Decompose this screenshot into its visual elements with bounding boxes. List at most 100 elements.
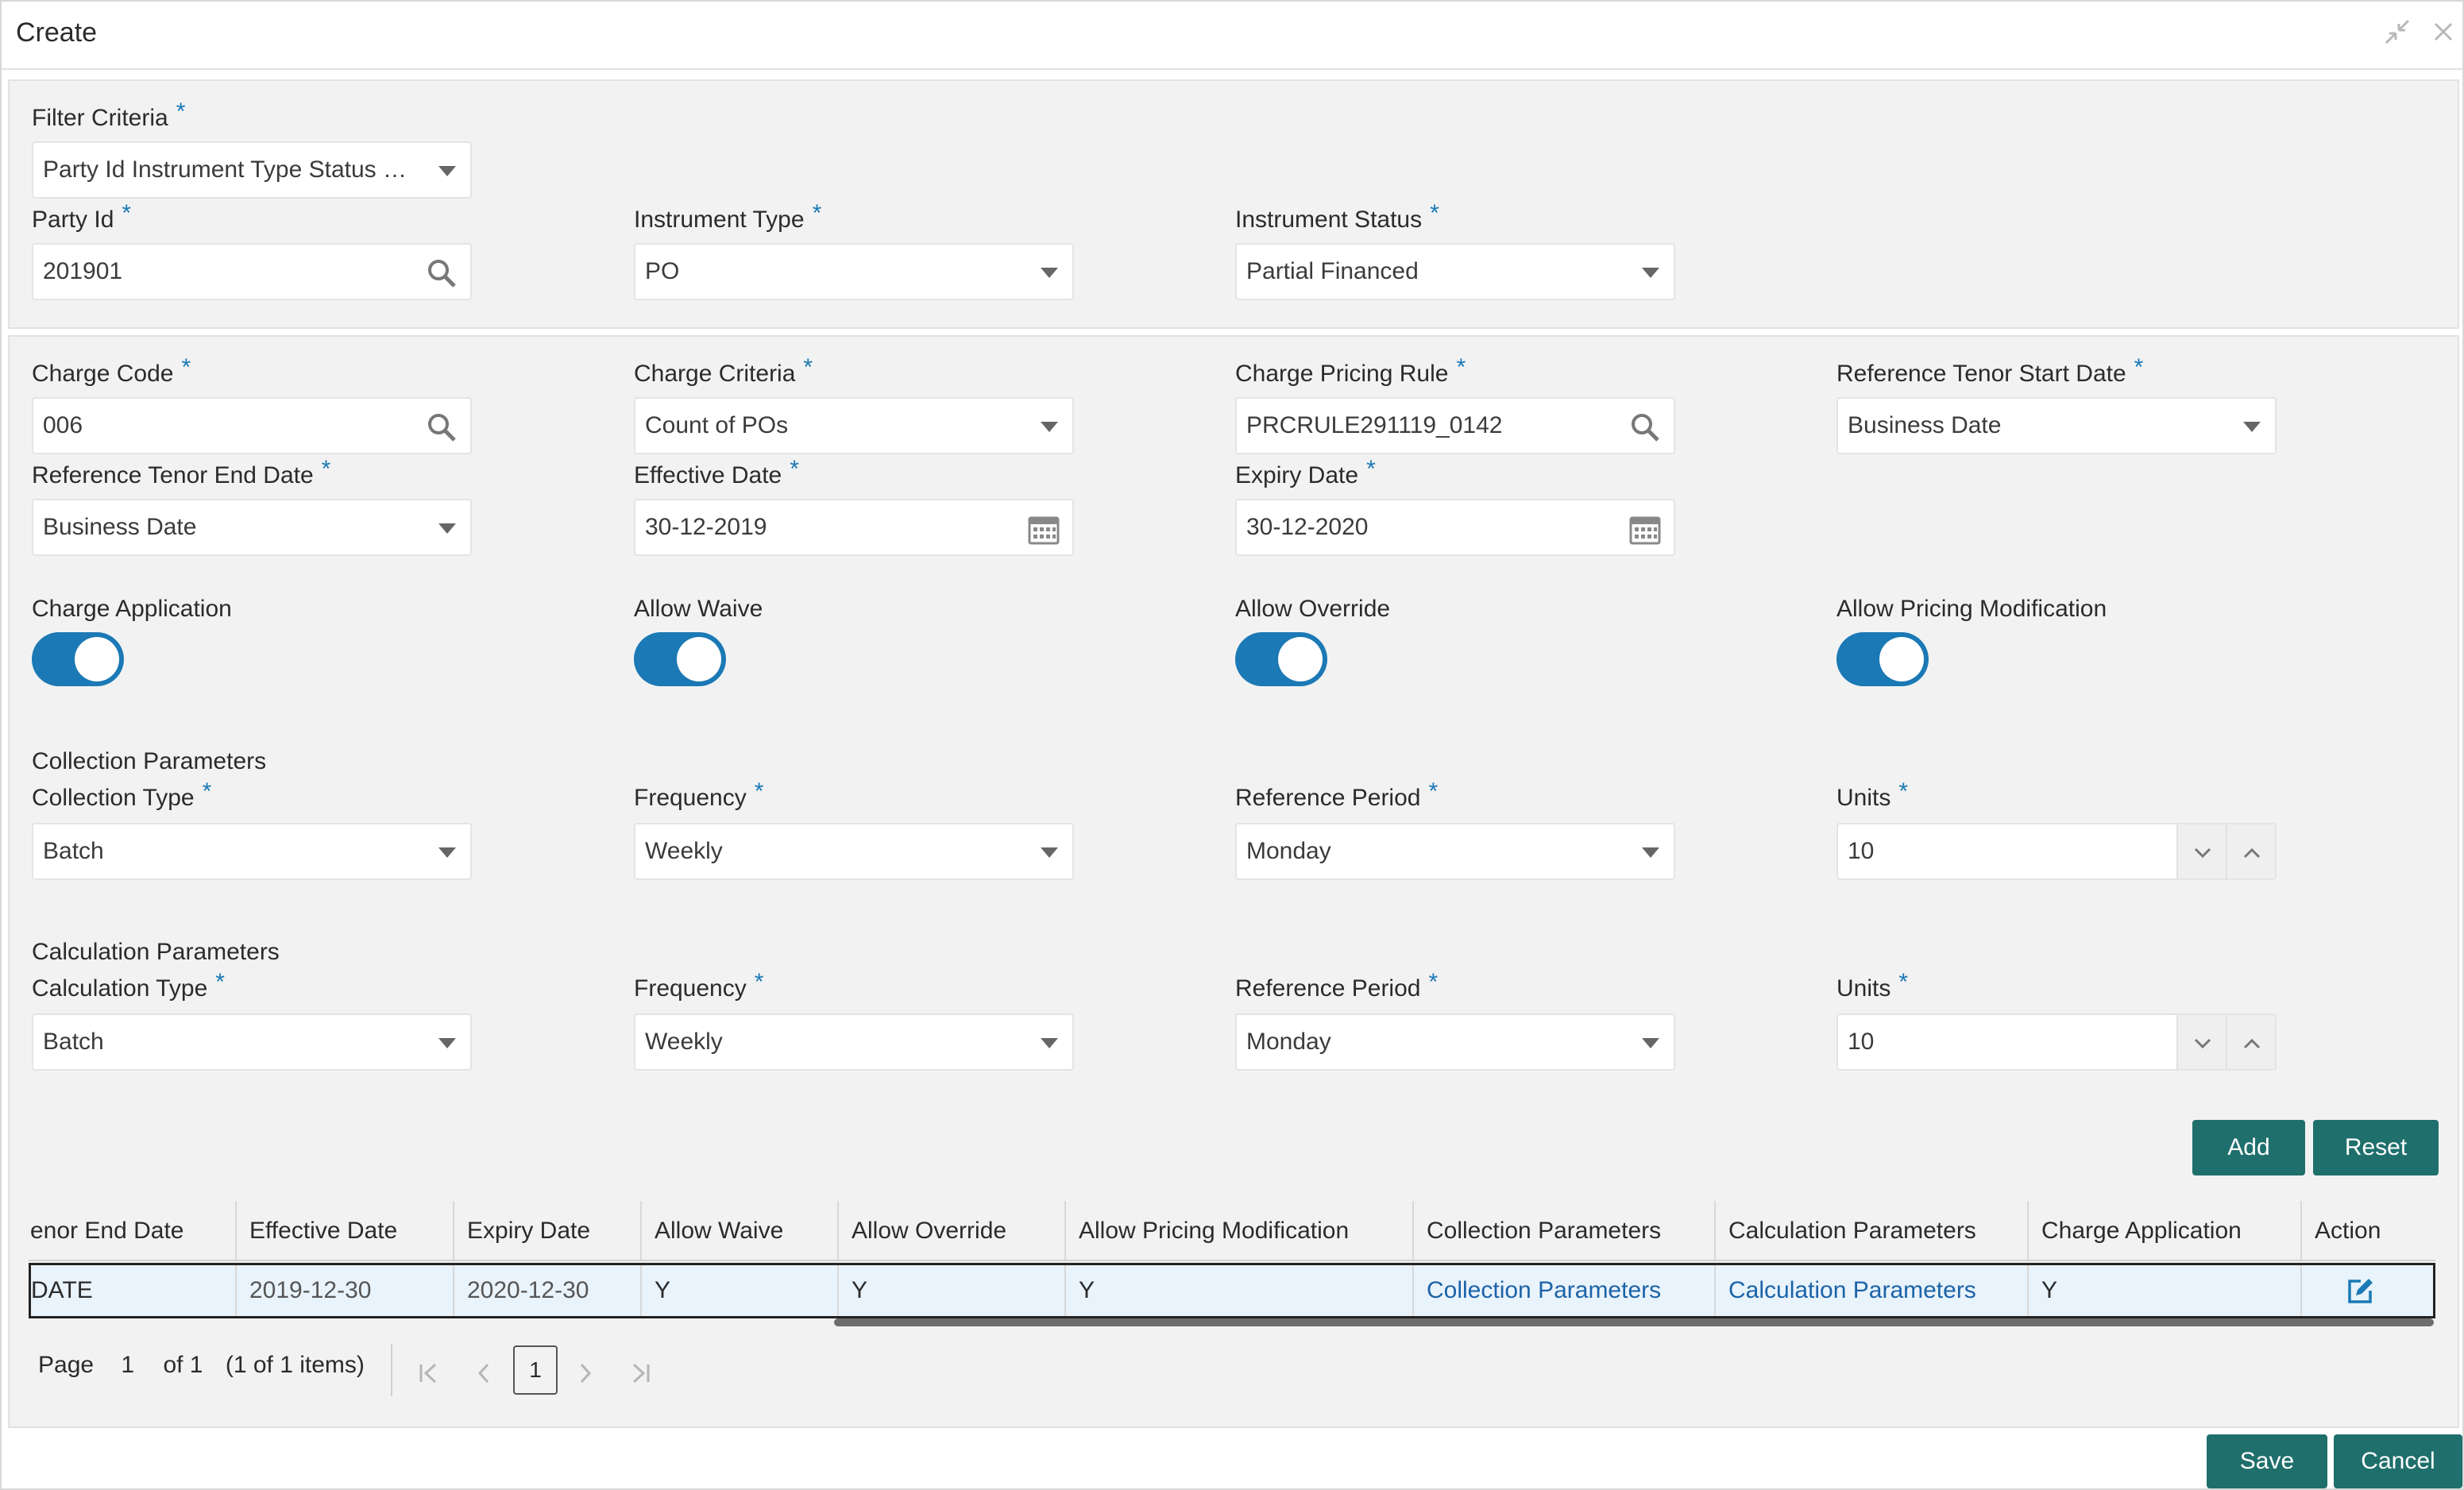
instrument-status-select[interactable]: Partial Financed xyxy=(1235,243,1675,300)
collection-parameters-link[interactable]: Collection Parameters xyxy=(1414,1265,1716,1316)
calculation-parameters-heading: Calculation Parameters xyxy=(32,939,280,965)
add-button[interactable]: Add xyxy=(2192,1120,2305,1175)
calculation-type-select[interactable]: Batch xyxy=(32,1013,472,1071)
collection-type-select[interactable]: Batch xyxy=(32,823,472,880)
instrument-type-label: Instrument Type * xyxy=(634,200,822,233)
allow-override-toggle[interactable] xyxy=(1235,632,1327,686)
collection-type-label: Collection Type * xyxy=(32,778,212,811)
calculation-frequency-label: Frequency * xyxy=(634,969,764,1002)
instrument-type-select[interactable]: PO xyxy=(634,243,1074,300)
chevron-down-icon xyxy=(438,1038,456,1048)
action-cell xyxy=(2302,1265,2429,1316)
expiry-date-label: Expiry Date * xyxy=(1235,456,1376,488)
decrement-button[interactable] xyxy=(2176,824,2226,878)
chevron-down-icon xyxy=(1642,268,1659,278)
horizontal-scrollbar[interactable] xyxy=(834,1318,2434,1326)
chevron-down-icon xyxy=(2243,422,2261,432)
collection-frequency-select[interactable]: Weekly xyxy=(634,823,1074,880)
edit-icon[interactable] xyxy=(2345,1276,2375,1307)
charges-table: enor End Date Effective Date Expiry Date… xyxy=(29,1201,2435,1320)
charge-criteria-select[interactable]: Count of POs xyxy=(634,397,1074,454)
charge-code-label: Charge Code * xyxy=(32,354,191,387)
party-id-field[interactable]: 201901 xyxy=(32,243,472,300)
allow-pricing-modification-label: Allow Pricing Modification xyxy=(1836,596,2107,622)
allow-waive-toggle[interactable] xyxy=(634,632,726,686)
calculation-units-stepper[interactable]: 10 xyxy=(1836,1013,2277,1071)
column-header[interactable]: Effective Date xyxy=(237,1201,454,1260)
table-header: enor End Date Effective Date Expiry Date… xyxy=(29,1201,2435,1261)
next-page-icon[interactable] xyxy=(575,1360,596,1393)
party-id-label: Party Id * xyxy=(32,200,132,233)
calculation-frequency-select[interactable]: Weekly xyxy=(634,1013,1074,1071)
calculation-type-label: Calculation Type * xyxy=(32,969,225,1002)
instrument-status-label: Instrument Status * xyxy=(1235,200,1439,233)
page-of: of 1 xyxy=(163,1352,203,1378)
column-header[interactable]: Allow Waive xyxy=(642,1201,839,1260)
pager-divider xyxy=(391,1344,392,1396)
column-header[interactable]: Allow Pricing Modification xyxy=(1066,1201,1414,1260)
calendar-icon[interactable] xyxy=(1628,511,1663,546)
column-header[interactable]: Charge Application xyxy=(2029,1201,2302,1260)
charge-pricing-rule-field[interactable]: PRCRULE291119_0142 xyxy=(1235,397,1675,454)
increment-button[interactable] xyxy=(2226,1015,2275,1069)
table-cell: 2020-12-30 xyxy=(454,1265,642,1316)
allow-override-label: Allow Override xyxy=(1235,596,1391,622)
chevron-down-icon xyxy=(1041,268,1058,278)
column-header[interactable]: Allow Override xyxy=(839,1201,1066,1260)
tenor-end-select[interactable]: Business Date xyxy=(32,499,472,556)
save-button[interactable]: Save xyxy=(2207,1434,2327,1488)
page-label: Page xyxy=(38,1352,95,1378)
column-header[interactable]: enor End Date xyxy=(29,1201,237,1260)
close-icon[interactable] xyxy=(2431,16,2456,55)
reset-button[interactable]: Reset xyxy=(2313,1120,2439,1175)
charge-criteria-label: Charge Criteria * xyxy=(634,354,813,387)
filter-criteria-select[interactable]: Party Id Instrument Type Status B... xyxy=(32,141,472,199)
table-row[interactable]: DATE 2019-12-30 2020-12-30 Y Y Y Collect… xyxy=(29,1263,2435,1318)
effective-date-label: Effective Date * xyxy=(634,456,799,488)
window-title: Create xyxy=(16,17,98,48)
calendar-icon[interactable] xyxy=(1026,511,1061,546)
expiry-date-field[interactable]: 30-12-2020 xyxy=(1235,499,1675,556)
tenor-start-select[interactable]: Business Date xyxy=(1836,397,2277,454)
increment-button[interactable] xyxy=(2226,824,2275,878)
table-cell: 2019-12-30 xyxy=(237,1265,454,1316)
allow-pricing-modification-toggle[interactable] xyxy=(1836,632,1929,686)
chevron-down-icon xyxy=(1041,847,1058,858)
current-page-box[interactable]: 1 xyxy=(513,1345,558,1395)
calculation-parameters-link[interactable]: Calculation Parameters xyxy=(1716,1265,2029,1316)
chevron-down-icon xyxy=(1041,422,1058,432)
collection-frequency-label: Frequency * xyxy=(634,778,764,811)
charge-application-toggle[interactable] xyxy=(32,632,124,686)
cancel-button[interactable]: Cancel xyxy=(2334,1434,2462,1488)
calculation-reference-period-select[interactable]: Monday xyxy=(1235,1013,1675,1071)
items-count: (1 of 1 items) xyxy=(225,1352,365,1378)
table-cell: Y xyxy=(839,1265,1066,1316)
column-header[interactable]: Collection Parameters xyxy=(1414,1201,1716,1260)
filter-panel: Filter Criteria * Party Id Instrument Typ… xyxy=(8,79,2459,329)
calculation-reference-period-label: Reference Period * xyxy=(1235,969,1439,1002)
chevron-down-icon xyxy=(438,847,456,858)
decrement-button[interactable] xyxy=(2176,1015,2226,1069)
column-header[interactable]: Calculation Parameters xyxy=(1716,1201,2029,1260)
column-header[interactable]: Expiry Date xyxy=(454,1201,642,1260)
first-page-icon[interactable] xyxy=(416,1360,440,1393)
search-icon[interactable] xyxy=(424,410,459,445)
previous-page-icon[interactable] xyxy=(473,1360,494,1393)
collection-units-stepper[interactable]: 10 xyxy=(1836,823,2277,880)
chevron-down-icon xyxy=(1041,1038,1058,1048)
last-page-icon[interactable] xyxy=(629,1360,653,1393)
table-cell: DATE xyxy=(31,1265,237,1316)
charge-code-field[interactable]: 006 xyxy=(32,397,472,454)
chevron-down-icon xyxy=(438,523,456,534)
create-window: Create Filter Criteria * Party Id Instrum… xyxy=(0,0,2464,1490)
collection-reference-period-select[interactable]: Monday xyxy=(1235,823,1675,880)
collection-units-label: Units * xyxy=(1836,778,1909,811)
search-icon[interactable] xyxy=(1628,410,1663,445)
minimize-icon[interactable] xyxy=(2381,16,2413,55)
filter-criteria-label: Filter Criteria * xyxy=(32,98,186,131)
column-header[interactable]: Action xyxy=(2302,1201,2435,1260)
collection-parameters-heading: Collection Parameters xyxy=(32,748,267,774)
search-icon[interactable] xyxy=(424,256,459,291)
pager-summary: Page 1 of 1 (1 of 1 items) xyxy=(38,1352,365,1379)
effective-date-field[interactable]: 30-12-2019 xyxy=(634,499,1074,556)
